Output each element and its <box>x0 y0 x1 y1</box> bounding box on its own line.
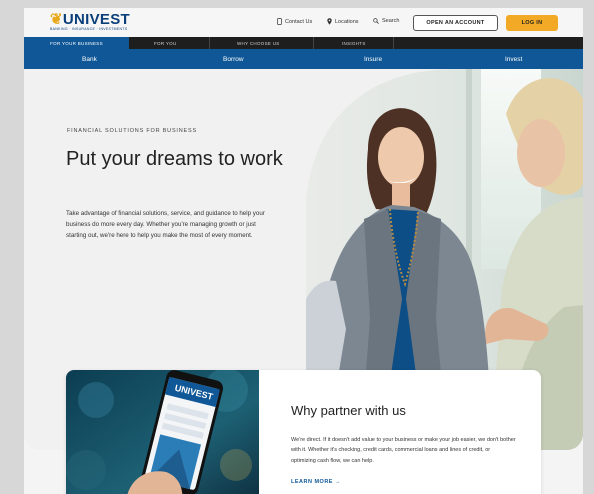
search-link[interactable]: Search <box>373 18 399 24</box>
tab-insights[interactable]: INSIGHTS <box>342 37 366 49</box>
location-pin-icon <box>327 18 332 25</box>
card-body: We're direct. If it doesn't add value to… <box>291 437 516 464</box>
nav-divider <box>313 37 314 49</box>
card-photo-phone: UNIVEST <box>66 370 259 494</box>
login-button[interactable]: LOG IN <box>506 15 558 31</box>
contact-us-link[interactable]: Contact Us <box>277 18 312 25</box>
nav-divider <box>393 37 394 49</box>
subnav-borrow[interactable]: Borrow <box>223 49 244 69</box>
tab-for-you[interactable]: FOR YOU <box>154 37 177 49</box>
search-label: Search <box>382 18 400 24</box>
logo-wordmark: ❦UNIVEST <box>50 11 130 28</box>
secondary-nav: Bank Borrow Insure Invest <box>24 49 583 69</box>
open-account-button[interactable]: OPEN AN ACCOUNT <box>413 15 498 31</box>
subnav-insure[interactable]: Insure <box>364 49 382 69</box>
primary-nav: FOR YOUR BUSINESS FOR YOU WHY CHOOSE US … <box>24 37 583 49</box>
univest-logo[interactable]: ❦UNIVEST BANKING · INSURANCE · INVESTMEN… <box>50 11 130 31</box>
card-title: Why partner with us <box>291 403 406 418</box>
learn-more-link[interactable]: LEARN MORE → <box>291 479 341 485</box>
contact-us-label: Contact Us <box>285 18 313 25</box>
phone-icon <box>277 18 282 25</box>
tab-for-your-business[interactable]: FOR YOUR BUSINESS <box>24 37 129 49</box>
locations-label: Locations <box>335 18 359 25</box>
hero-headline: Put your dreams to work <box>66 148 283 170</box>
tab-why-choose-us[interactable]: WHY CHOOSE US <box>237 37 280 49</box>
page: ❦UNIVEST BANKING · INSURANCE · INVESTMEN… <box>24 8 583 494</box>
logo-tagline: BANKING · INSURANCE · INVESTMENTS <box>50 27 128 31</box>
nav-divider <box>209 37 210 49</box>
why-partner-card: UNIVEST Why partner with us We're direct… <box>66 370 541 494</box>
subnav-bank[interactable]: Bank <box>82 49 97 69</box>
search-icon <box>373 18 379 24</box>
hero-body: Take advantage of financial solutions, s… <box>66 210 265 240</box>
top-bar: ❦UNIVEST BANKING · INSURANCE · INVESTMEN… <box>24 8 583 37</box>
hero-eyebrow: FINANCIAL SOLUTIONS FOR BUSINESS <box>67 128 197 134</box>
locations-link[interactable]: Locations <box>327 18 359 25</box>
subnav-invest[interactable]: Invest <box>505 49 522 69</box>
